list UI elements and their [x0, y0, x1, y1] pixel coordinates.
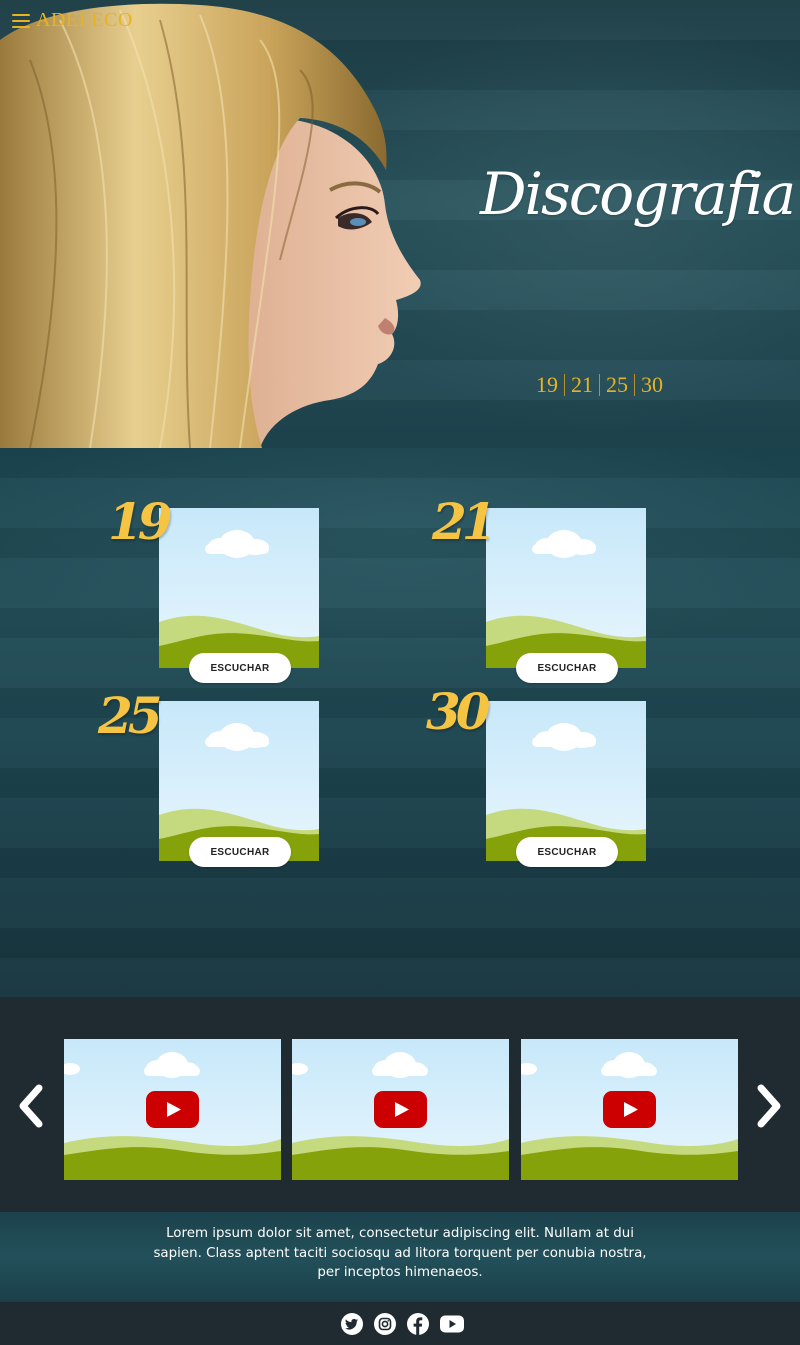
album-link-25[interactable]: 25 [606, 372, 628, 398]
divider [634, 374, 635, 396]
album-card-19: 19 ESCUCHAR [108, 492, 308, 692]
album-nav: 19 21 25 30 [536, 372, 663, 398]
album-link-19[interactable]: 19 [536, 372, 558, 398]
divider [564, 374, 565, 396]
artist-portrait-image [0, 3, 421, 448]
page-title: Discografia [480, 160, 796, 228]
video-carousel [0, 997, 800, 1212]
youtube-play-icon[interactable] [603, 1091, 656, 1128]
instagram-icon[interactable] [373, 1312, 397, 1336]
discography-section: 19 ESCUCHAR 21 ESCUCHAR 25 ESCUCHAR 30 E… [0, 448, 800, 997]
hero-section: ADELECO Discografia 19 21 25 30 [0, 0, 800, 448]
listen-button[interactable]: ESCUCHAR [189, 837, 291, 867]
social-links [340, 1312, 465, 1336]
twitter-icon[interactable] [340, 1312, 364, 1336]
about-text: Lorem ipsum dolor sit amet, consectetur … [153, 1226, 647, 1280]
album-link-21[interactable]: 21 [571, 372, 593, 398]
album-year: 21 [432, 492, 497, 551]
album-year: 25 [98, 686, 163, 745]
about-section: Lorem ipsum dolor sit amet, consectetur … [0, 1212, 800, 1302]
listen-button[interactable]: ESCUCHAR [516, 653, 618, 683]
album-year: 19 [108, 492, 173, 551]
youtube-play-icon[interactable] [374, 1091, 427, 1128]
facebook-icon[interactable] [406, 1312, 430, 1336]
video-thumbnail[interactable] [521, 1039, 738, 1180]
listen-button[interactable]: ESCUCHAR [516, 837, 618, 867]
youtube-play-icon[interactable] [146, 1091, 199, 1128]
footer [0, 1302, 800, 1345]
video-thumbnail[interactable] [292, 1039, 509, 1180]
album-cover-image[interactable] [486, 508, 646, 668]
brand-logo[interactable]: ADELECO [36, 9, 133, 32]
top-bar: ADELECO [12, 9, 133, 32]
divider [599, 374, 600, 396]
chevron-left-icon[interactable] [15, 1084, 47, 1128]
chevron-right-icon[interactable] [753, 1084, 785, 1128]
youtube-icon[interactable] [439, 1312, 465, 1336]
album-card-21: 21 ESCUCHAR [432, 492, 632, 692]
album-card-25: 25 ESCUCHAR [98, 686, 298, 886]
hamburger-menu-icon[interactable] [12, 13, 30, 28]
album-link-30[interactable]: 30 [641, 372, 663, 398]
album-card-30: 30 ESCUCHAR [426, 682, 626, 882]
album-cover-image[interactable] [159, 508, 319, 668]
album-year: 30 [426, 682, 491, 741]
video-thumbnail[interactable] [64, 1039, 281, 1180]
listen-button[interactable]: ESCUCHAR [189, 653, 291, 683]
